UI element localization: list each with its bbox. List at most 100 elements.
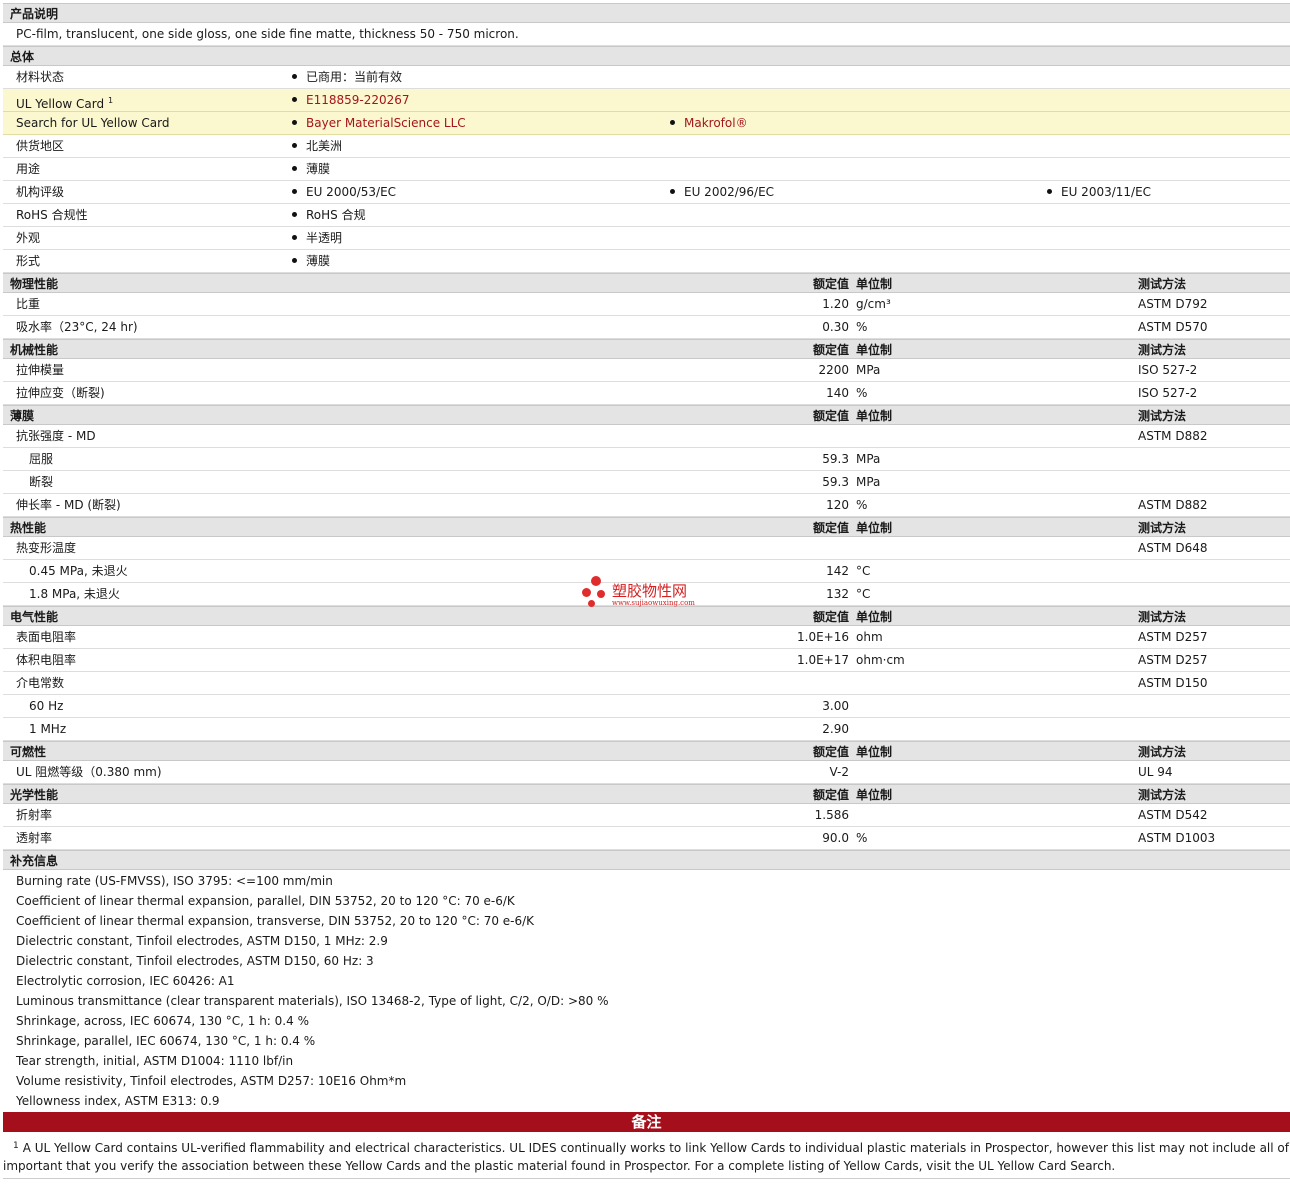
row-label: 机构评级 xyxy=(16,185,65,199)
list-item: Yellowness index, ASTM E313: 0.9 xyxy=(16,1094,220,1108)
property-row: UL 阻燃等级（0.380 mm) V-2 UL 94 xyxy=(3,761,1290,784)
brand-link[interactable]: Makrofol® xyxy=(684,116,748,130)
section-header-film: 薄膜 额定值 单位制 测试方法 xyxy=(3,405,1290,425)
list-item: Coefficient of linear thermal expansion,… xyxy=(16,914,535,928)
list-item: Dielectric constant, Tinfoil electrodes,… xyxy=(16,954,374,968)
bullet-icon xyxy=(292,143,297,148)
header-method: 测试方法 xyxy=(1138,610,1187,624)
row-label: 形式 xyxy=(16,254,41,268)
property-row: 透射率 90.0% ASTM D1003 xyxy=(3,827,1290,850)
list-item: Burning rate (US-FMVSS), ISO 3795: <=100… xyxy=(16,874,333,888)
row-ul-search: Search for UL Yellow Card Bayer Material… xyxy=(3,112,1290,135)
bullet-item: 北美洲 xyxy=(292,135,342,158)
header-method: 测试方法 xyxy=(1138,343,1187,357)
bullet-icon xyxy=(1047,189,1052,194)
bullet-icon xyxy=(292,235,297,240)
footnote-marker: 1 xyxy=(13,1141,19,1151)
property-row: 抗张强度 - MD ASTM D882 xyxy=(3,425,1290,448)
row-rohs: RoHS 合规性 RoHS 合规 xyxy=(3,204,1290,227)
section-header-flammability: 可燃性 额定值 单位制 测试方法 xyxy=(3,741,1290,761)
bullet-icon xyxy=(670,120,675,125)
list-item: Dielectric constant, Tinfoil electrodes,… xyxy=(16,934,388,948)
bullet-item: Bayer MaterialScience LLC xyxy=(292,112,466,135)
footnote-marker: 1 xyxy=(107,96,114,105)
header-value: 额定值 xyxy=(812,610,849,624)
row-agency-rating: 机构评级 EU 2000/53/EC EU 2002/96/EC EU 2003… xyxy=(3,181,1290,204)
row-region: 供货地区 北美洲 xyxy=(3,135,1290,158)
property-row: 1 MHz 2.90 xyxy=(3,718,1290,741)
ul-card-link[interactable]: E118859-220267 xyxy=(306,93,410,107)
supplier-link[interactable]: Bayer MaterialScience LLC xyxy=(306,116,466,130)
description-row: PC-film, translucent, one side gloss, on… xyxy=(3,23,1290,46)
list-item: Tear strength, initial, ASTM D1004: 1110… xyxy=(16,1054,294,1068)
property-row: 拉伸应变（断裂) 140% ISO 527-2 xyxy=(3,382,1290,405)
row-material-status: 材料状态 已商用：当前有效 xyxy=(3,66,1290,89)
header-method: 测试方法 xyxy=(1138,409,1187,423)
section-header-description: 产品说明 xyxy=(3,3,1290,23)
bullet-icon xyxy=(670,189,675,194)
header-method: 测试方法 xyxy=(1138,745,1187,759)
row-label: 供货地区 xyxy=(16,139,65,153)
section-header-optical: 光学性能 额定值 单位制 测试方法 xyxy=(3,784,1290,804)
property-row: 伸长率 - MD (断裂) 120% ASTM D882 xyxy=(3,494,1290,517)
property-row: 60 Hz 3.00 xyxy=(3,695,1290,718)
list-item: Volume resistivity, Tinfoil electrodes, … xyxy=(16,1074,407,1088)
header-method: 测试方法 xyxy=(1138,521,1187,535)
list-item: Shrinkage, parallel, IEC 60674, 130 °C, … xyxy=(16,1034,316,1048)
header-unit: 单位制 xyxy=(856,610,893,624)
header-value: 额定值 xyxy=(812,277,849,291)
header-method: 测试方法 xyxy=(1138,788,1187,802)
property-row: 体积电阻率 1.0E+17 ohm·cm ASTM D257 xyxy=(3,649,1290,672)
header-value: 额定值 xyxy=(812,788,849,802)
logo-dot-icon xyxy=(591,576,601,586)
bullet-icon xyxy=(292,212,297,217)
notes-text: 1A UL Yellow Card contains UL-verified f… xyxy=(3,1132,1290,1179)
notes-header: 备注 xyxy=(3,1112,1290,1132)
bullet-icon xyxy=(292,74,297,79)
bullet-item: 薄膜 xyxy=(292,250,330,273)
watermark-title: 塑胶物性网 xyxy=(612,582,688,600)
row-form: 形式 薄膜 xyxy=(3,250,1290,273)
row-label: 材料状态 xyxy=(16,70,65,84)
bullet-icon xyxy=(292,120,297,125)
header-method: 测试方法 xyxy=(1138,277,1187,291)
bullet-item: EU 2003/11/EC xyxy=(1047,181,1151,204)
section-header-general: 总体 xyxy=(3,46,1290,66)
property-row: 断裂 59.3 MPa xyxy=(3,471,1290,494)
header-value: 额定值 xyxy=(812,745,849,759)
property-row: 折射率 1.586 ASTM D542 xyxy=(3,804,1290,827)
bullet-item: 半透明 xyxy=(292,227,342,250)
property-row: 拉伸模量 2200 MPa ISO 527-2 xyxy=(3,359,1290,382)
section-header-thermal: 热性能 额定值 单位制 测试方法 xyxy=(3,517,1290,537)
row-use: 用途 薄膜 xyxy=(3,158,1290,181)
bullet-item: RoHS 合规 xyxy=(292,204,366,227)
header-value: 额定值 xyxy=(812,343,849,357)
header-unit: 单位制 xyxy=(856,343,893,357)
bullet-icon xyxy=(292,166,297,171)
bullet-item: EU 2002/96/EC xyxy=(670,181,774,204)
header-unit: 单位制 xyxy=(856,277,893,291)
logo-dot-icon xyxy=(588,600,595,607)
header-value: 额定值 xyxy=(812,521,849,535)
bullet-item: Makrofol® xyxy=(670,112,748,135)
bullet-item: E118859-220267 xyxy=(292,89,410,112)
logo-dot-icon xyxy=(597,590,605,598)
property-row: 比重 1.20 g/cm³ ASTM D792 xyxy=(3,293,1290,316)
property-row: 表面电阻率 1.0E+16 ohm ASTM D257 xyxy=(3,626,1290,649)
list-item: Shrinkage, across, IEC 60674, 130 °C, 1 … xyxy=(16,1014,309,1028)
bullet-item: EU 2000/53/EC xyxy=(292,181,396,204)
row-ul-yellow-card: UL Yellow Card 1 E118859-220267 xyxy=(3,89,1290,112)
bullet-item: 已商用：当前有效 xyxy=(292,66,402,89)
header-unit: 单位制 xyxy=(856,745,893,759)
bullet-icon xyxy=(292,189,297,194)
property-row: 屈服 59.3 MPa xyxy=(3,448,1290,471)
header-unit: 单位制 xyxy=(856,521,893,535)
property-row: 热变形温度 ASTM D648 xyxy=(3,537,1290,560)
header-value: 额定值 xyxy=(812,409,849,423)
bullet-item: 薄膜 xyxy=(292,158,330,181)
header-unit: 单位制 xyxy=(856,788,893,802)
header-unit: 单位制 xyxy=(856,409,893,423)
section-header-physical: 物理性能 额定值 单位制 测试方法 xyxy=(3,273,1290,293)
list-item: Luminous transmittance (clear transparen… xyxy=(16,994,609,1008)
row-label: Search for UL Yellow Card xyxy=(16,116,170,130)
